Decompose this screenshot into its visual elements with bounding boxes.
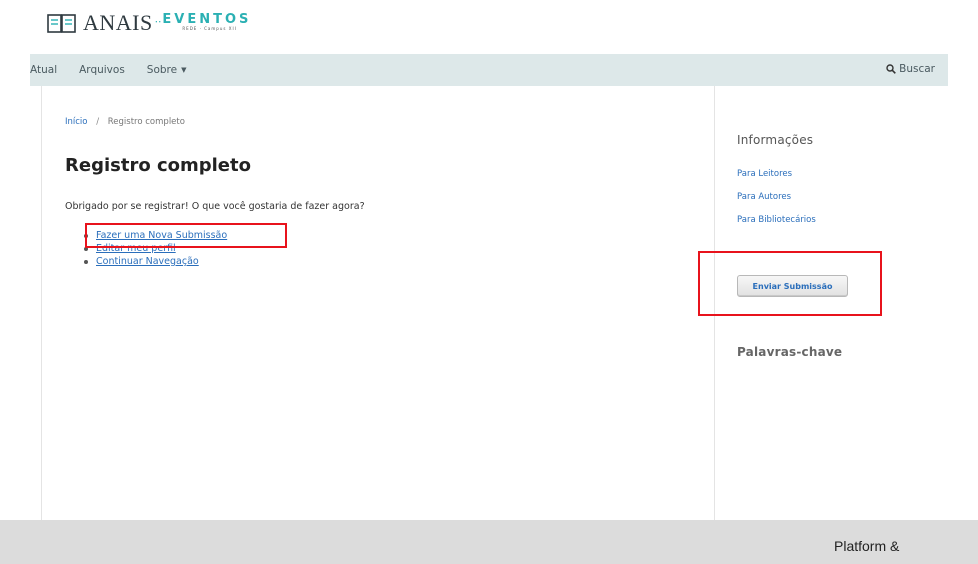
main-navbar: Atual Arquivos Sobre ▼ Buscar (30, 54, 948, 86)
search-button[interactable]: Buscar (886, 63, 935, 75)
search-label: Buscar (899, 63, 935, 75)
sidebar-link-item: Para Leitores (737, 163, 816, 186)
sidebar-link-readers[interactable]: Para Leitores (737, 169, 792, 179)
content-frame (41, 86, 715, 520)
sidebar-link-item: Para Autores (737, 186, 816, 209)
sidebar-info-links: Para Leitores Para Autores Para Bibliote… (737, 163, 816, 232)
logo-right: EVENTOS REDE · Campus XII (162, 13, 251, 32)
nav-item-arquivos[interactable]: Arquivos (79, 64, 125, 76)
nav-item-sobre-label: Sobre (146, 64, 178, 76)
nav-item-atual[interactable]: Atual (30, 64, 57, 76)
search-icon (886, 64, 897, 74)
breadcrumb-home-link[interactable]: Início (65, 117, 88, 127)
nav-item-sobre[interactable]: Sobre ▼ (147, 64, 187, 76)
logo-subtitle: REDE · Campus XII (182, 25, 237, 31)
list-item: Continuar Navegação (84, 255, 227, 268)
breadcrumb: Início / Registro completo (65, 117, 185, 127)
page-title: Registro completo (65, 155, 251, 176)
logo-eventos: EVENTOS (162, 11, 252, 27)
sidebar-info-title: Informações (737, 133, 814, 147)
book-icon (47, 14, 76, 33)
sidebar-link-item: Para Bibliotecários (737, 209, 816, 232)
site-logo[interactable]: ANAIS ∙∙ EVENTOS REDE · Campus XII (47, 10, 251, 36)
footer-text: Platform & (834, 538, 900, 554)
chevron-down-icon: ▼ (181, 66, 187, 74)
sidebar-keywords-title: Palavras-chave (737, 345, 843, 359)
continue-browsing-link[interactable]: Continuar Navegação (96, 255, 199, 268)
intro-text: Obrigado por se registrar! O que você go… (65, 201, 365, 212)
logo-title: ANAIS (83, 10, 153, 35)
footer: Platform & (0, 520, 978, 564)
sidebar-link-authors[interactable]: Para Autores (737, 192, 791, 202)
breadcrumb-separator: / (96, 117, 100, 127)
submit-submission-button[interactable]: Enviar Submissão (737, 275, 848, 297)
highlight-box-new-submission (85, 223, 287, 248)
sidebar-link-librarians[interactable]: Para Bibliotecários (737, 215, 816, 225)
logo-separator: ∙∙ (154, 14, 162, 28)
breadcrumb-current: Registro completo (107, 117, 185, 127)
bullet (84, 259, 88, 264)
